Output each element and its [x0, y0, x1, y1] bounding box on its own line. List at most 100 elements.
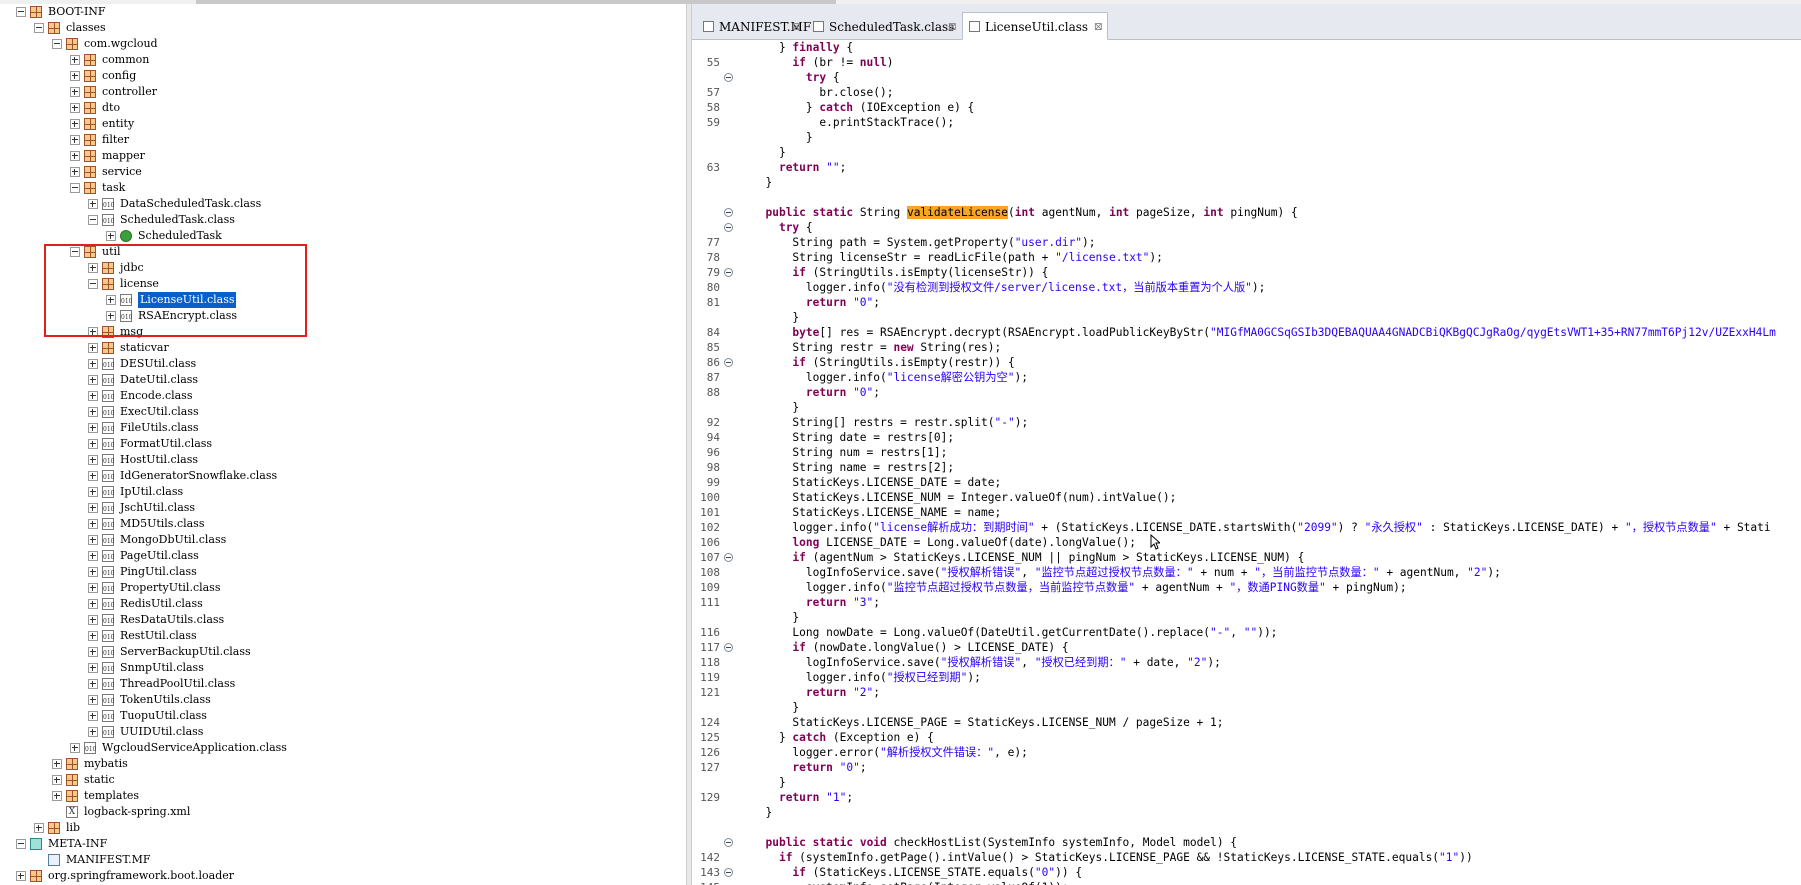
expand-icon[interactable] [88, 519, 98, 529]
collapse-icon[interactable] [52, 39, 62, 49]
collapse-icon[interactable] [16, 839, 26, 849]
tree-item[interactable]: 010 ScheduledTask.class [0, 212, 686, 228]
tree-item[interactable]: 010 MongoDbUtil.class [0, 532, 686, 548]
tree-item[interactable]: 010 ServerBackupUtil.class [0, 644, 686, 660]
tree-item[interactable]: 010 DataScheduledTask.class [0, 196, 686, 212]
tab-scheduledtask[interactable]: ScheduledTask.class ⊠ [806, 12, 962, 40]
tree-item[interactable]: entity [0, 116, 686, 132]
tree-item[interactable]: lib [0, 820, 686, 836]
expand-icon[interactable] [88, 695, 98, 705]
expand-icon[interactable] [88, 663, 98, 673]
expand-icon[interactable] [70, 119, 80, 129]
expand-icon[interactable] [88, 471, 98, 481]
fold-toggle-icon[interactable] [724, 358, 733, 367]
tree-item[interactable]: common [0, 52, 686, 68]
tree-item[interactable]: MANIFEST.MF [0, 852, 686, 868]
tree-item[interactable]: org.springframework.boot.loader [0, 868, 686, 884]
expand-icon[interactable] [106, 231, 116, 241]
tree-item[interactable]: staticvar [0, 340, 686, 356]
collapse-icon[interactable] [70, 183, 80, 193]
expand-icon[interactable] [88, 615, 98, 625]
tree-item[interactable]: 010 JschUtil.class [0, 500, 686, 516]
expand-icon[interactable] [70, 167, 80, 177]
tree-item[interactable]: controller [0, 84, 686, 100]
expand-icon[interactable] [88, 631, 98, 641]
fold-toggle-icon[interactable] [724, 643, 733, 652]
tree-item[interactable]: templates [0, 788, 686, 804]
expand-icon[interactable] [88, 599, 98, 609]
expand-icon[interactable] [34, 823, 44, 833]
expand-icon[interactable] [88, 711, 98, 721]
tree-item[interactable]: task [0, 180, 686, 196]
expand-icon[interactable] [88, 359, 98, 369]
tree-item[interactable]: META-INF [0, 836, 686, 852]
expand-icon[interactable] [88, 375, 98, 385]
tree-item[interactable]: 010 PropertyUtil.class [0, 580, 686, 596]
tree-item[interactable]: 010 PingUtil.class [0, 564, 686, 580]
fold-toggle-icon[interactable] [724, 208, 733, 217]
code-area[interactable]: 55 57 58 59 63 77 78 79 80 81 84 85 86 87 88 92 94 96 98 99… [692, 40, 1801, 885]
collapse-icon[interactable] [16, 7, 26, 17]
fold-toggle-icon[interactable] [724, 868, 733, 877]
expand-icon[interactable] [88, 423, 98, 433]
tree-item[interactable]: Xlogback-spring.xml [0, 804, 686, 820]
fold-toggle-icon[interactable] [724, 838, 733, 847]
close-icon[interactable]: ⊠ [792, 13, 801, 41]
tree-item[interactable]: static [0, 772, 686, 788]
tree-item[interactable]: mapper [0, 148, 686, 164]
expand-icon[interactable] [88, 567, 98, 577]
tree-item[interactable]: 010 ResDataUtils.class [0, 612, 686, 628]
expand-icon[interactable] [88, 487, 98, 497]
expand-icon[interactable] [88, 439, 98, 449]
tree-item[interactable]: com.wgcloud [0, 36, 686, 52]
close-icon[interactable]: ⊠ [948, 13, 957, 41]
tree-item[interactable]: 010 DateUtil.class [0, 372, 686, 388]
expand-icon[interactable] [70, 743, 80, 753]
tab-licenseutil[interactable]: LicenseUtil.class ⊠ [962, 12, 1108, 40]
expand-icon[interactable] [88, 199, 98, 209]
tree-item[interactable]: 010 RestUtil.class [0, 628, 686, 644]
expand-icon[interactable] [70, 151, 80, 161]
fold-toggle-icon[interactable] [724, 268, 733, 277]
tab-manifest[interactable]: MANIFEST.MF ⊠ [696, 12, 811, 41]
expand-icon[interactable] [52, 775, 62, 785]
tree-item[interactable]: classes [0, 20, 686, 36]
expand-icon[interactable] [70, 55, 80, 65]
collapse-icon[interactable] [88, 215, 98, 225]
tree-item[interactable]: filter [0, 132, 686, 148]
tree-item[interactable]: 010 PageUtil.class [0, 548, 686, 564]
expand-icon[interactable] [88, 679, 98, 689]
tree-item[interactable]: dto [0, 100, 686, 116]
expand-icon[interactable] [70, 71, 80, 81]
tree-item[interactable]: 010 Encode.class [0, 388, 686, 404]
tree-item[interactable]: 010 SnmpUtil.class [0, 660, 686, 676]
expand-icon[interactable] [88, 503, 98, 513]
tree-item[interactable]: 010 HostUtil.class [0, 452, 686, 468]
tree-item[interactable]: 010 IpUtil.class [0, 484, 686, 500]
tree-item[interactable]: BOOT-INF [0, 4, 686, 20]
tree-item[interactable]: 010 FormatUtil.class [0, 436, 686, 452]
expand-icon[interactable] [52, 791, 62, 801]
tree-item[interactable]: 010 RedisUtil.class [0, 596, 686, 612]
expand-icon[interactable] [88, 727, 98, 737]
expand-icon[interactable] [88, 343, 98, 353]
tree-item[interactable]: 010 ThreadPoolUtil.class [0, 676, 686, 692]
expand-icon[interactable] [88, 455, 98, 465]
tree-item[interactable]: ScheduledTask [0, 228, 686, 244]
tree-item[interactable]: 010 ExecUtil.class [0, 404, 686, 420]
expand-icon[interactable] [70, 103, 80, 113]
tree-item[interactable]: 010 WgcloudServiceApplication.class [0, 740, 686, 756]
tree-item[interactable]: config [0, 68, 686, 84]
tree-item[interactable]: 010 FileUtils.class [0, 420, 686, 436]
expand-icon[interactable] [70, 87, 80, 97]
tree-item[interactable]: 010 IdGeneratorSnowflake.class [0, 468, 686, 484]
expand-icon[interactable] [88, 407, 98, 417]
tree-item[interactable]: service [0, 164, 686, 180]
expand-icon[interactable] [70, 135, 80, 145]
expand-icon[interactable] [88, 583, 98, 593]
expand-icon[interactable] [88, 535, 98, 545]
expand-icon[interactable] [16, 871, 26, 881]
tree-item[interactable]: 010 TuopuUtil.class [0, 708, 686, 724]
fold-toggle-icon[interactable] [724, 223, 733, 232]
tree-item[interactable]: 010 UUIDUtil.class [0, 724, 686, 740]
